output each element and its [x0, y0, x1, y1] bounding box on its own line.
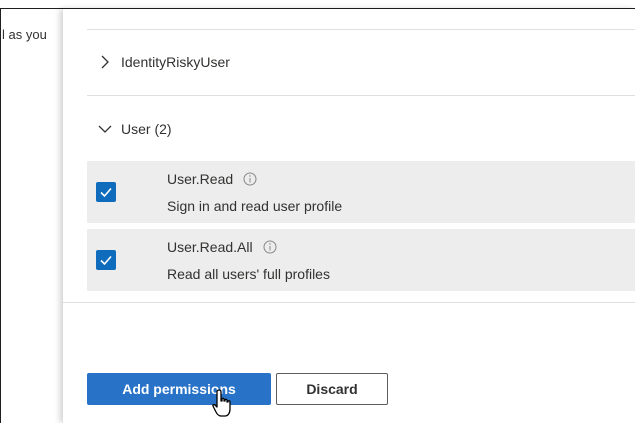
permission-checkbox[interactable] — [96, 250, 116, 270]
permission-name: User.Read — [167, 171, 257, 187]
permission-row-user-read: User.Read Sign in and read user profile — [87, 161, 635, 223]
checkmark-icon — [100, 187, 112, 198]
permission-checkbox[interactable] — [96, 182, 116, 202]
panel-top-divider — [87, 29, 635, 30]
info-icon[interactable] — [263, 240, 277, 254]
group-divider — [87, 95, 635, 96]
discard-button[interactable]: Discard — [276, 373, 388, 405]
permission-description: Sign in and read user profile — [167, 198, 343, 214]
footer-divider — [63, 302, 635, 303]
permission-row-user-read-all: User.Read.All Read all users' full profi… — [87, 229, 635, 291]
permission-name-text: User.Read — [167, 171, 234, 187]
group-user[interactable]: User (2) — [87, 109, 635, 149]
permission-name-text: User.Read.All — [167, 239, 253, 255]
permission-name: User.Read.All — [167, 239, 277, 255]
add-permissions-button[interactable]: Add permissions — [87, 373, 271, 405]
background-page-text: l as you — [2, 27, 47, 42]
chevron-down-icon — [98, 125, 112, 133]
checkmark-icon — [100, 255, 112, 266]
group-identityriskyuser[interactable]: IdentityRiskyUser — [87, 42, 635, 82]
info-icon[interactable] — [243, 172, 257, 186]
hand-pointer-cursor-icon — [212, 389, 231, 417]
group-label: User (2) — [121, 121, 172, 137]
group-label: IdentityRiskyUser — [121, 54, 230, 70]
permission-description: Read all users' full profiles — [167, 266, 330, 282]
chevron-right-icon — [101, 55, 109, 69]
